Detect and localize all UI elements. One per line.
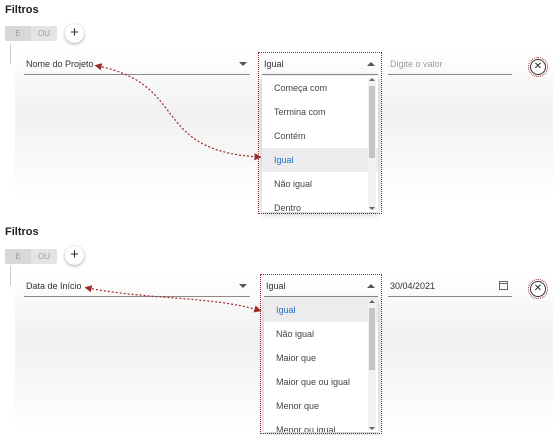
- toggle-and[interactable]: E: [5, 249, 31, 264]
- option-greater-than[interactable]: Maior que: [264, 346, 378, 370]
- option-less-or-equal[interactable]: Menor ou igual: [264, 418, 378, 432]
- chevron-down-icon: [239, 284, 247, 288]
- field-select[interactable]: Data de Início: [24, 278, 250, 297]
- field-select-value: Data de Início: [26, 281, 82, 291]
- section-title: Filtros: [5, 226, 39, 238]
- logic-toggle[interactable]: E OU: [5, 249, 57, 264]
- scroll-down-icon[interactable]: [369, 427, 375, 430]
- tree-line: [10, 266, 11, 286]
- date-input-value: 30/04/2021: [390, 281, 436, 291]
- option-less-than[interactable]: Menor que: [264, 394, 378, 418]
- remove-filter-button[interactable]: ✕: [530, 281, 546, 297]
- operator-dropdown[interactable]: Igual Não igual Maior que Maior que ou i…: [264, 298, 378, 432]
- scroll-up-icon[interactable]: [369, 300, 375, 303]
- toggle-or[interactable]: OU: [31, 249, 57, 264]
- scrollbar-thumb[interactable]: [369, 308, 375, 370]
- add-filter-button[interactable]: +: [65, 246, 84, 265]
- chevron-up-icon: [367, 284, 375, 288]
- calendar-icon[interactable]: [499, 281, 508, 290]
- operator-select[interactable]: Igual: [264, 278, 378, 297]
- filter-section-2: Filtros E OU + Data de Início Igual Igua…: [0, 0, 553, 435]
- operator-select-value: Igual: [266, 281, 286, 291]
- option-not-equals[interactable]: Não igual: [264, 322, 378, 346]
- date-input[interactable]: 30/04/2021: [388, 278, 512, 297]
- dropdown-scrollbar[interactable]: [368, 300, 376, 430]
- option-greater-or-equal[interactable]: Maior que ou igual: [264, 370, 378, 394]
- option-equals[interactable]: Igual: [264, 298, 378, 322]
